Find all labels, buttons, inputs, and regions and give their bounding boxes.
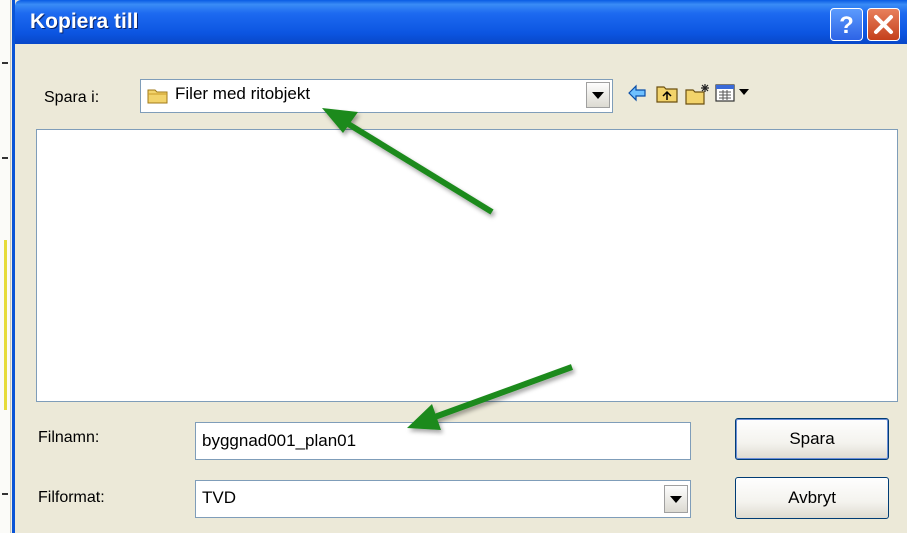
help-icon: ?: [839, 12, 854, 39]
filename-label: Filnamn:: [38, 429, 100, 446]
edge-mark: [2, 157, 8, 159]
background-window-edge: [0, 0, 11, 533]
dialog-title: Kopiera till: [30, 10, 139, 33]
file-list[interactable]: [36, 129, 898, 402]
filename-value: byggnad001_plan01: [202, 431, 357, 450]
close-button[interactable]: [867, 8, 900, 41]
edge-mark: [2, 493, 8, 495]
save-button[interactable]: Spara: [735, 418, 889, 460]
new-folder-button[interactable]: [685, 83, 711, 110]
save-in-label: Spara i:: [44, 89, 100, 106]
filename-input[interactable]: byggnad001_plan01: [195, 422, 691, 460]
save-in-dropdown-button[interactable]: [586, 82, 610, 108]
view-menu-button[interactable]: [715, 83, 755, 108]
close-icon: [874, 15, 893, 34]
chevron-down-icon: [670, 496, 682, 503]
save-in-dropdown[interactable]: Filer med ritobjekt: [140, 79, 613, 113]
folder-icon: [147, 89, 168, 104]
title-bar[interactable]: Kopiera till ?: [15, 0, 907, 44]
save-dialog: Kopiera till ? Spara i: Filer med ritobj…: [12, 0, 907, 533]
up-folder-icon: [656, 86, 678, 103]
back-button[interactable]: [627, 83, 647, 108]
svg-text:?: ?: [839, 12, 854, 39]
help-button[interactable]: ?: [830, 8, 863, 41]
fileformat-label: Filformat:: [38, 489, 105, 506]
save-in-value: Filer med ritobjekt: [175, 84, 311, 103]
fileformat-value: TVD: [202, 488, 236, 507]
fileformat-dropdown-button[interactable]: [664, 485, 688, 513]
edge-highlight: [4, 240, 7, 410]
up-folder-button[interactable]: [656, 83, 678, 108]
cancel-button[interactable]: Avbryt: [735, 477, 889, 519]
view-menu-icon: [715, 84, 749, 102]
new-folder-icon: [685, 84, 709, 105]
back-arrow-icon: [628, 84, 646, 102]
chevron-down-icon: [592, 92, 604, 99]
fileformat-dropdown[interactable]: TVD: [195, 480, 691, 518]
edge-mark: [2, 62, 8, 64]
